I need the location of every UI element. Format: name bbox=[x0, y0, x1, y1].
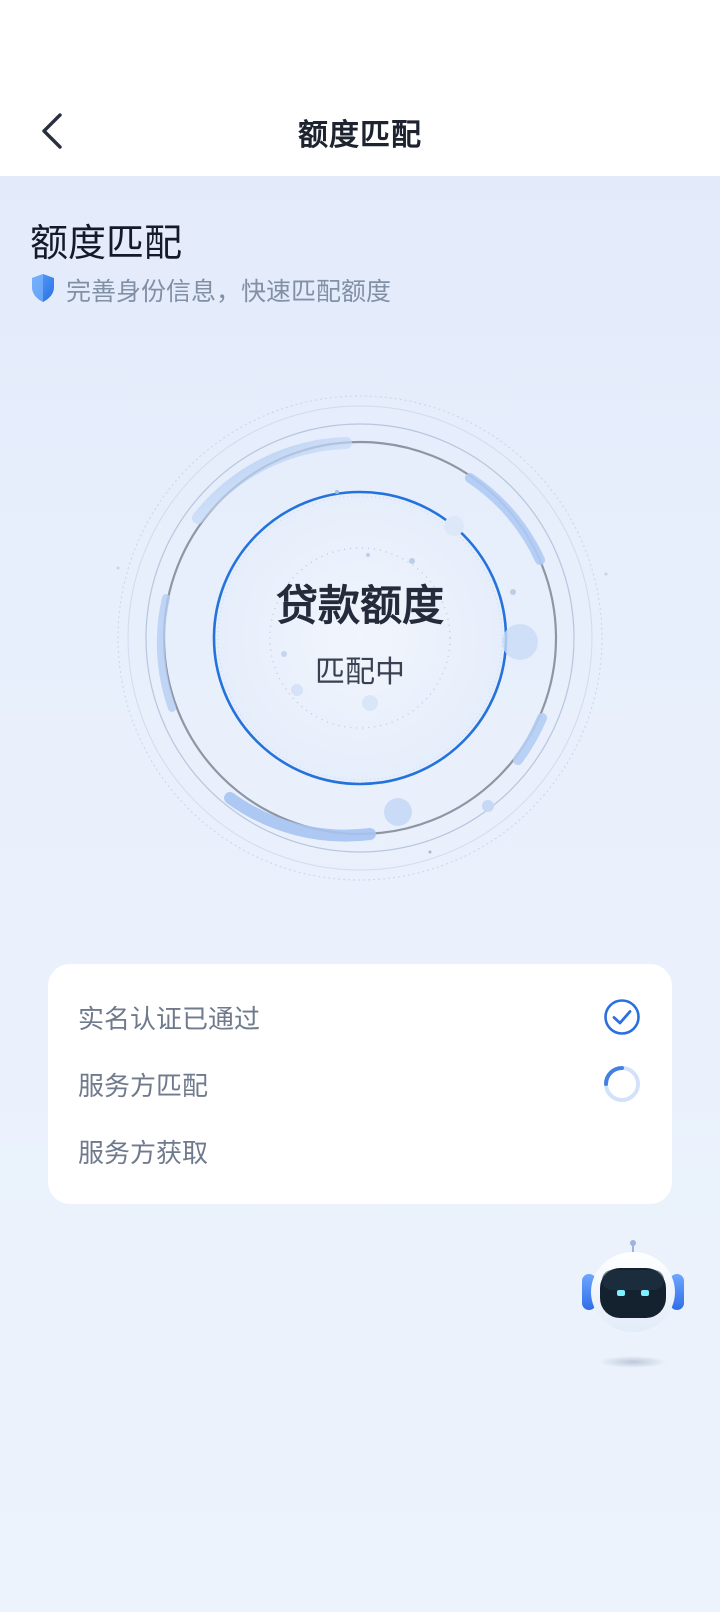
step-provider-acquire: 服务方获取 bbox=[78, 1126, 642, 1176]
steps-card: 实名认证已通过 服务方匹配 服务方获取 bbox=[48, 964, 672, 1204]
subtitle-row: 完善身份信息，快速匹配额度 bbox=[30, 272, 391, 308]
top-nav-bar: 额度匹配 bbox=[0, 0, 720, 176]
ring-center: 贷款额度 匹配中 bbox=[110, 388, 610, 888]
step-label: 服务方获取 bbox=[78, 1138, 209, 1169]
matching-status: 匹配中 bbox=[315, 654, 405, 690]
shield-icon bbox=[30, 273, 56, 307]
matching-ring: 贷款额度 匹配中 bbox=[110, 388, 610, 888]
loading-spinner-icon bbox=[602, 1064, 642, 1104]
nav-title: 额度匹配 bbox=[298, 118, 422, 153]
loan-amount-title: 贷款额度 bbox=[275, 580, 444, 630]
step-label: 服务方匹配 bbox=[78, 1071, 209, 1102]
subtitle-text: 完善身份信息，快速匹配额度 bbox=[66, 277, 392, 306]
robot-assistant-icon[interactable] bbox=[578, 1238, 688, 1368]
step-provider-matching: 服务方匹配 bbox=[78, 1059, 642, 1109]
check-circle-icon bbox=[602, 997, 642, 1037]
step-identity-verified: 实名认证已通过 bbox=[78, 992, 642, 1042]
main-content: 额度匹配 完善身份信息，快速匹配额度 贷款额度 匹配中 实名认证已通过 服务方匹… bbox=[0, 176, 720, 1612]
step-pending-placeholder bbox=[602, 1131, 642, 1171]
page-heading: 额度匹配 bbox=[30, 221, 183, 265]
step-label: 实名认证已通过 bbox=[78, 1004, 261, 1035]
